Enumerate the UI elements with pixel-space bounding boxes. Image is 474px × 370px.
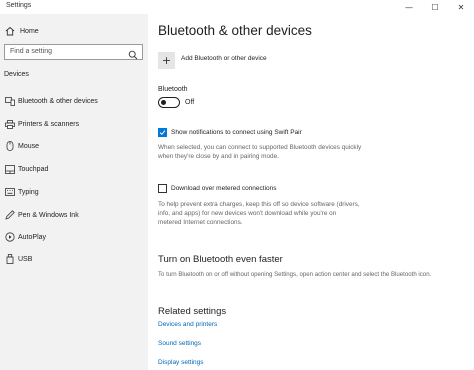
search-icon[interactable] [128,47,138,60]
minimize-button[interactable]: — [396,0,422,14]
sidebar-item-usb[interactable]: USB [0,251,148,267]
sidebar-item-autoplay[interactable]: AutoPlay [0,229,148,245]
description-line: metered Internet connections. [158,219,243,226]
home-label: Home [20,27,39,35]
description-line: When selected, you can connect to suppor… [158,144,362,151]
window-controls: — ☐ ✕ [396,0,474,14]
plus-icon: + [158,52,175,69]
home-icon [1,26,19,36]
swift-pair-checkbox[interactable] [158,128,167,137]
title-bar: Settings — ☐ ✕ [0,0,474,14]
bluetooth-toggle[interactable] [158,97,180,108]
printer-icon [4,119,16,129]
mouse-icon [4,141,16,151]
touchpad-icon [4,164,16,174]
bluetooth-state: Off [185,99,195,106]
sidebar-item-label: AutoPlay [18,233,47,241]
sidebar-item-printers[interactable]: Printers & scanners [0,116,148,132]
metered-checkbox[interactable] [158,184,167,193]
main-content: Bluetooth & other devices + Add Bluetoot… [148,14,474,370]
faster-heading: Turn on Bluetooth even faster [158,254,283,265]
autoplay-icon [4,232,16,242]
sidebar-item-label: Printers & scanners [18,120,80,128]
pen-icon [4,210,16,220]
sidebar: Home Find a setting Devices Bluetooth & … [0,14,148,370]
search-input[interactable]: Find a setting [4,44,143,60]
sidebar-item-label: Mouse [18,142,40,150]
sidebar-item-mouse[interactable]: Mouse [0,138,148,154]
sidebar-item-label: Touchpad [18,165,49,173]
sidebar-item-pen[interactable]: Pen & Windows Ink [0,207,148,223]
search-placeholder: Find a setting [10,48,53,55]
sidebar-item-typing[interactable]: Typing [0,184,148,200]
page-title: Bluetooth & other devices [158,23,312,38]
sidebar-item-touchpad[interactable]: Touchpad [0,161,148,177]
toggle-knob [161,99,166,105]
sidebar-item-label: Bluetooth & other devices [18,97,98,105]
description-line: To help prevent extra charges, keep this… [158,201,360,208]
sidebar-item-bluetooth[interactable]: Bluetooth & other devices [0,93,148,109]
window-title: Settings [6,2,32,9]
description-line: info, and apps) for new devices won't do… [158,210,337,217]
keyboard-icon [4,187,16,197]
add-device-label: Add Bluetooth or other device [181,54,267,62]
description-line: when they're close by and in pairing mod… [158,153,279,160]
devices-printers-link[interactable]: Devices and printers [158,321,217,328]
metered-description: To help prevent extra charges, keep this… [158,200,360,227]
usb-icon [4,254,16,264]
bluetooth-devices-icon [4,96,16,106]
sidebar-item-label: Typing [18,188,39,196]
close-button[interactable]: ✕ [448,0,474,14]
sound-settings-link[interactable]: Sound settings [158,340,201,347]
section-heading-devices: Devices [4,71,29,78]
sidebar-item-label: Pen & Windows Ink [18,211,79,219]
sidebar-item-label: USB [18,255,33,263]
metered-option: Download over metered connections [158,184,277,193]
swift-pair-description: When selected, you can connect to suppor… [158,143,361,161]
add-device-button[interactable]: + Add Bluetooth or other device [158,52,267,69]
related-heading: Related settings [158,306,227,317]
swift-pair-label: Show notifications to connect using Swif… [171,129,302,136]
faster-description: To turn Bluetooth on or off without open… [158,271,432,278]
maximize-button[interactable]: ☐ [422,0,448,14]
checkmark-icon [159,130,166,136]
display-settings-link[interactable]: Display settings [158,359,204,366]
sidebar-home[interactable]: Home [0,22,148,40]
bluetooth-toggle-row: Off [158,97,194,108]
swift-pair-option: Show notifications to connect using Swif… [158,128,302,137]
bluetooth-label: Bluetooth [158,86,188,93]
metered-label: Download over metered connections [171,185,277,192]
